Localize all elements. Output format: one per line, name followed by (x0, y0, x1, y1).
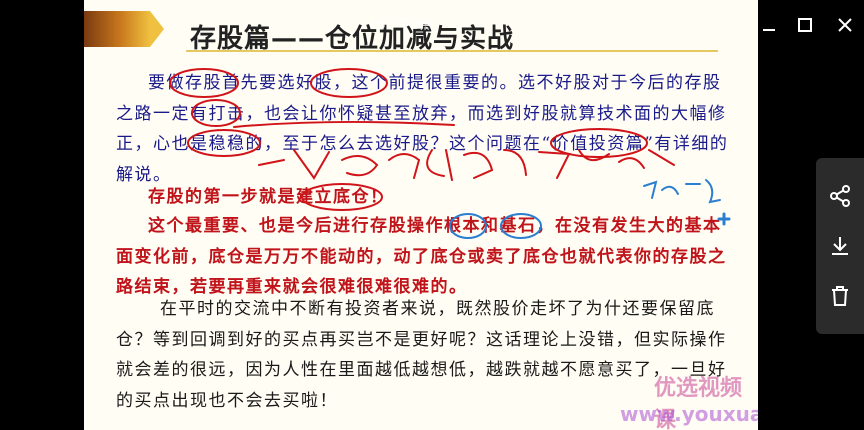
trash-icon[interactable] (824, 280, 856, 312)
watermark-url: www.youxua (620, 402, 758, 426)
title-decoration (84, 11, 164, 47)
side-action-panel (816, 158, 864, 334)
title-underline (186, 50, 718, 52)
paragraph-first-step: 存股的第一步就是建立底仓！ (148, 187, 389, 207)
maximize-icon[interactable] (788, 8, 822, 42)
close-icon[interactable] (828, 8, 862, 42)
paragraph-discussion: 在平时的交流中不断有投资者来说，既然股价走坏了为什还要保留底仓？等到回调到好的买… (116, 299, 727, 411)
share-icon[interactable] (824, 180, 856, 212)
presentation-slide: 存股篇——仓位加减与实战 16下午3点 要做存股首先要选好股，这个前提很重要的。… (84, 0, 758, 430)
paragraph-base-position: 这个最重要、也是今后进行存股操作根本和基石，在没有发生大的基本面变化前，底仓是万… (116, 216, 727, 297)
paragraph-intro: 要做存股首先要选好股，这个前提很重要的。选不好股对于今后的存股之路一定有打击，也… (116, 73, 729, 185)
minimize-icon[interactable] (752, 8, 786, 42)
download-icon[interactable] (824, 230, 856, 262)
video-time-overlay: 16下午3点 (369, 18, 433, 33)
